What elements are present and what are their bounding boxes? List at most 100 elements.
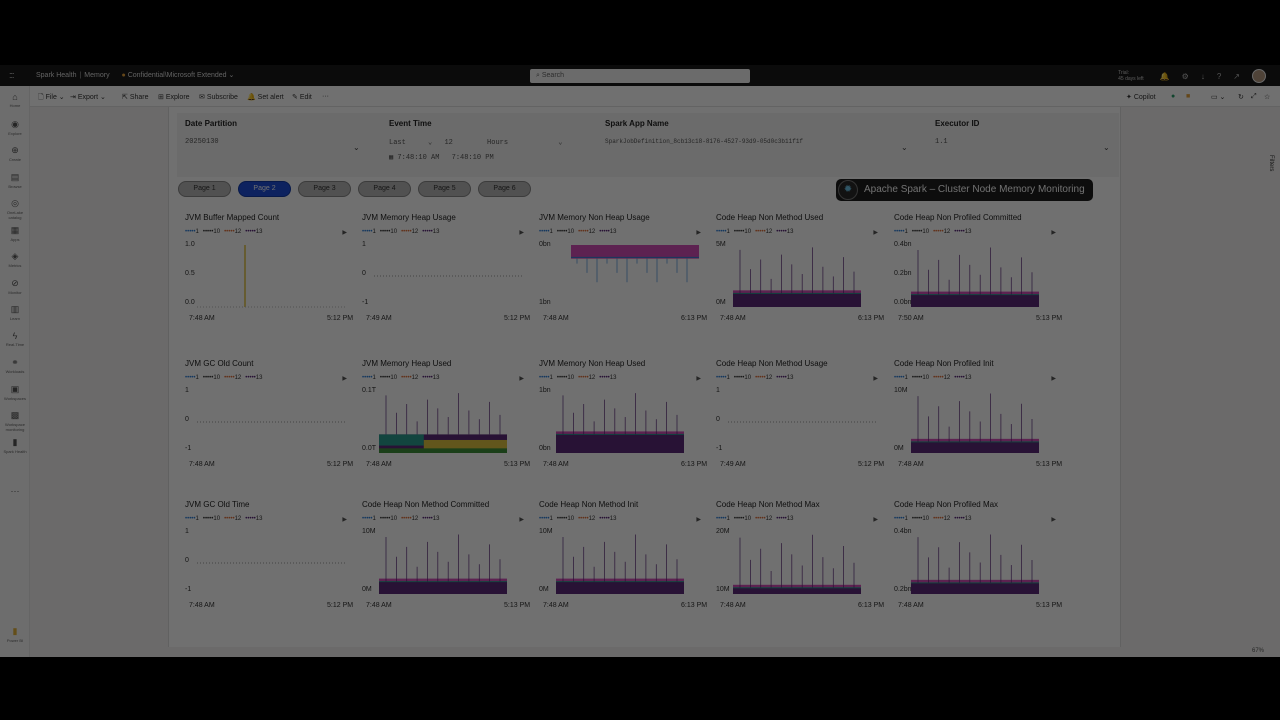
search-input[interactable]: ⌕ Search xyxy=(530,69,750,83)
legend-item[interactable]: •••••12 xyxy=(578,516,595,522)
legend-item[interactable]: •••••13 xyxy=(954,516,971,522)
chart-8[interactable]: JVM Memory Non Heap Used •••••1 •••••10 •••… xyxy=(539,359,715,487)
subscribe-button[interactable]: ✉ Subscribe xyxy=(199,93,238,101)
legend-item[interactable]: •••••13 xyxy=(245,516,262,522)
set-alert-button[interactable]: 🔔 Set alert xyxy=(247,93,284,101)
rail-item-3[interactable]: ⊕ Create xyxy=(0,145,30,162)
chart-15[interactable]: Code Heap Non Profiled Max •••••1 •••••10 •… xyxy=(894,500,1070,628)
file-menu[interactable]: 🗋 File ⌄ xyxy=(38,93,65,104)
legend-next-icon[interactable]: ▶ xyxy=(342,375,347,382)
rail-item-12[interactable]: ▣ Workspaces xyxy=(0,384,30,401)
chevron-down-icon[interactable]: ⌄ xyxy=(428,139,432,147)
chart-6[interactable]: JVM GC Old Count •••••1 •••••10 •••••12 ••••… xyxy=(185,359,361,487)
chart-1[interactable]: JVM Buffer Mapped Count •••••1 •••••10 ••••… xyxy=(185,213,361,341)
legend-item[interactable]: •••••13 xyxy=(599,229,616,235)
bookmarks-pane-icon[interactable]: ☆ xyxy=(1264,93,1270,101)
legend-item[interactable]: •••••13 xyxy=(599,516,616,522)
chart-10[interactable]: Code Heap Non Profiled Init •••••1 •••••10… xyxy=(894,359,1070,487)
spark-app-name-slicer[interactable]: Spark App Name SparkJobDefinition_8cb13c… xyxy=(605,119,915,152)
rail-item-11[interactable]: ⚭ Workloads xyxy=(0,357,30,374)
legend-item[interactable]: •••••13 xyxy=(245,229,262,235)
event-time-slicer[interactable]: Event Time Last ⌄ 12 Hours ⌄ ▦ 7:48:10 A… xyxy=(389,119,589,162)
legend-item[interactable]: •••••12 xyxy=(224,375,241,381)
legend-item[interactable]: •••••10 xyxy=(203,516,220,522)
legend-item[interactable]: •••••10 xyxy=(380,516,397,522)
legend-item[interactable]: •••••13 xyxy=(776,229,793,235)
chevron-down-icon[interactable]: ⌄ xyxy=(558,139,562,147)
legend-next-icon[interactable]: ▶ xyxy=(873,375,878,382)
avatar[interactable] xyxy=(1252,69,1266,83)
chart-2[interactable]: JVM Memory Heap Usage •••••1 •••••10 •••••1… xyxy=(362,213,538,341)
legend-next-icon[interactable]: ▶ xyxy=(696,229,701,236)
date-partition-slicer[interactable]: Date Partition 20250130 ⌄ xyxy=(185,119,365,152)
legend-item[interactable]: •••••10 xyxy=(203,229,220,235)
chevron-down-icon[interactable]: ⌄ xyxy=(1103,143,1110,152)
rail-item-4[interactable]: ▤ Browse xyxy=(0,172,30,189)
rail-item-10[interactable]: ϟ Real-Time xyxy=(0,331,30,347)
legend-item[interactable]: •••••1 xyxy=(185,229,199,235)
legend-next-icon[interactable]: ▶ xyxy=(1051,229,1056,236)
legend-item[interactable]: •••••13 xyxy=(422,375,439,381)
relative-unit-select[interactable]: Hours xyxy=(487,139,508,147)
page-button-4[interactable]: Page 4 xyxy=(358,181,411,197)
legend-next-icon[interactable]: ▶ xyxy=(873,516,878,523)
legend-next-icon[interactable]: ▶ xyxy=(696,516,701,523)
copilot-button[interactable]: ✦ Copilot xyxy=(1126,93,1156,101)
chevron-down-icon[interactable]: ⌄ xyxy=(901,143,908,152)
fullscreen-icon[interactable]: ⤢ xyxy=(1251,93,1257,101)
legend-item[interactable]: •••••12 xyxy=(224,516,241,522)
refresh-icon[interactable]: ↻ xyxy=(1238,93,1244,101)
status-icon[interactable]: ● xyxy=(1171,93,1175,100)
sensitivity-label[interactable]: Confidential\Microsoft Extended xyxy=(128,72,227,79)
page-button-1[interactable]: Page 1 xyxy=(178,181,231,197)
legend-next-icon[interactable]: ▶ xyxy=(519,375,524,382)
page-button-5[interactable]: Page 5 xyxy=(418,181,471,197)
chevron-down-icon[interactable]: ⌄ xyxy=(229,72,235,79)
legend-item[interactable]: •••••1 xyxy=(185,375,199,381)
page-button-6[interactable]: Page 6 xyxy=(478,181,531,197)
power-bi-switcher[interactable]: ▮ Power BI xyxy=(0,626,30,643)
relative-count-input[interactable]: 12 xyxy=(444,139,452,147)
legend-item[interactable]: •••••12 xyxy=(755,375,772,381)
rail-item-6[interactable]: ▦ Apps xyxy=(0,225,30,242)
legend-item[interactable]: •••••1 xyxy=(894,229,908,235)
legend-item[interactable]: •••••10 xyxy=(203,375,220,381)
legend-item[interactable]: •••••1 xyxy=(362,229,376,235)
filters-pane-tab[interactable]: Filters xyxy=(1268,155,1274,171)
legend-item[interactable]: •••••1 xyxy=(539,516,553,522)
chart-11[interactable]: JVM GC Old Time •••••1 •••••10 •••••12 •••••… xyxy=(185,500,361,628)
legend-item[interactable]: •••••10 xyxy=(734,516,751,522)
chevron-down-icon[interactable]: ⌄ xyxy=(353,143,360,152)
help-icon[interactable]: ? xyxy=(1217,72,1221,81)
chart-3[interactable]: JVM Memory Non Heap Usage •••••1 •••••10 ••… xyxy=(539,213,715,341)
legend-item[interactable]: •••••1 xyxy=(894,516,908,522)
legend-item[interactable]: •••••10 xyxy=(380,229,397,235)
rail-item-5[interactable]: ◎ OneLake catalog xyxy=(0,198,30,220)
legend-item[interactable]: •••••12 xyxy=(933,229,950,235)
chart-12[interactable]: Code Heap Non Method Committed •••••1 ••••… xyxy=(362,500,538,628)
rail-item-9[interactable]: ▥ Learn xyxy=(0,304,30,321)
settings-icon[interactable]: ⚙ xyxy=(1182,72,1189,81)
legend-item[interactable]: •••••10 xyxy=(380,375,397,381)
chart-14[interactable]: Code Heap Non Method Max •••••1 •••••10 •••… xyxy=(716,500,892,628)
legend-item[interactable]: •••••12 xyxy=(755,229,772,235)
app-name[interactable]: Spark Health xyxy=(36,72,76,79)
legend-item[interactable]: •••••13 xyxy=(776,375,793,381)
legend-next-icon[interactable]: ▶ xyxy=(1051,516,1056,523)
chart-13[interactable]: Code Heap Non Method Init •••••1 •••••10 ••… xyxy=(539,500,715,628)
legend-item[interactable]: •••••10 xyxy=(734,229,751,235)
legend-item[interactable]: •••••10 xyxy=(557,516,574,522)
legend-item[interactable]: •••••13 xyxy=(776,516,793,522)
rail-item-14[interactable]: ▮ Spark Health xyxy=(0,437,30,454)
relative-mode-select[interactable]: Last xyxy=(389,139,406,147)
legend-item[interactable]: •••••12 xyxy=(401,516,418,522)
notifications-icon[interactable]: 🔔 xyxy=(1160,72,1170,81)
legend-item[interactable]: •••••12 xyxy=(224,229,241,235)
explore-button[interactable]: ⊞ Explore xyxy=(158,93,190,101)
chart-5[interactable]: Code Heap Non Profiled Committed •••••1 ••… xyxy=(894,213,1070,341)
legend-item[interactable]: •••••1 xyxy=(539,375,553,381)
legend-next-icon[interactable]: ▶ xyxy=(1051,375,1056,382)
chart-9[interactable]: Code Heap Non Method Usage •••••1 •••••10 •… xyxy=(716,359,892,487)
legend-next-icon[interactable]: ▶ xyxy=(342,229,347,236)
page-button-2[interactable]: Page 2 xyxy=(238,181,291,197)
